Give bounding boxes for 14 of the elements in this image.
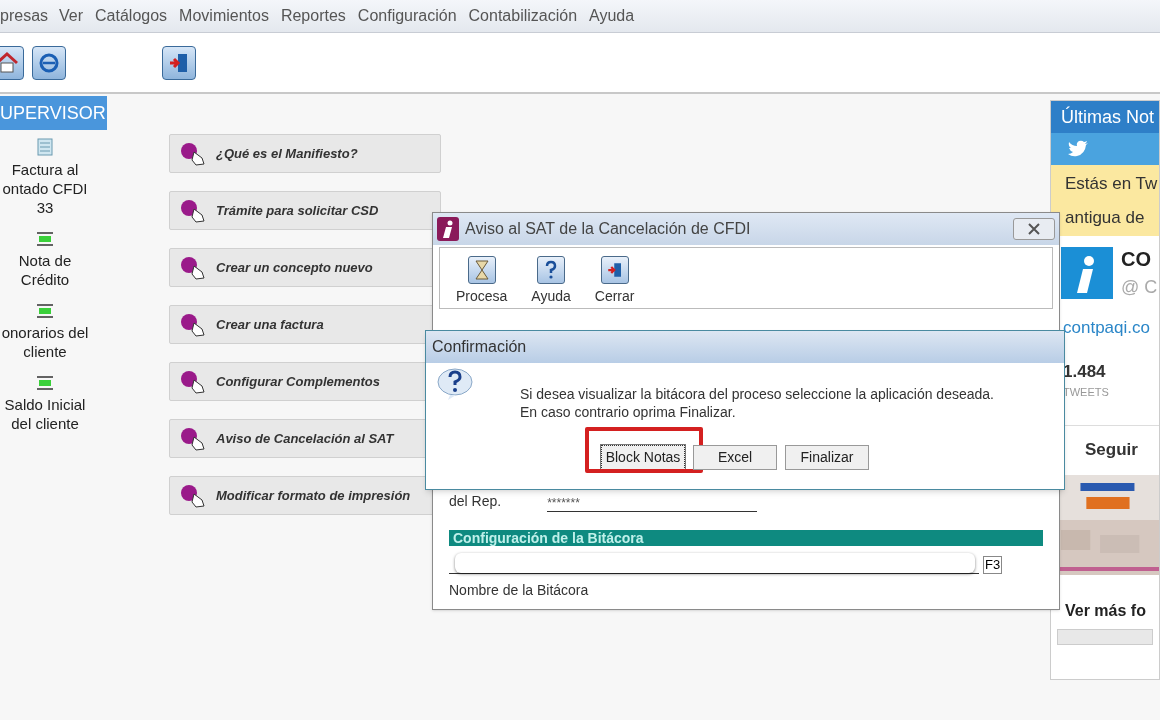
notice-text: antigua de bbox=[1065, 206, 1146, 229]
account-handle: @ C bbox=[1121, 276, 1158, 299]
section-header: Configuración de la Bitácora bbox=[449, 530, 1043, 546]
dialog-message: Si desea visualizar la bitácora del proceso seleccione la aplicación deseada. bbox=[520, 385, 994, 403]
tweet-count-label: TWEETS bbox=[1062, 385, 1110, 400]
notice-text: Estás en Tw bbox=[1065, 173, 1159, 195]
sidebar-header: UPERVISOR bbox=[0, 96, 107, 130]
tweet-count: 1.484 bbox=[1062, 360, 1107, 383]
account-name: CO bbox=[1121, 247, 1152, 272]
log-name-label: Nombre de la Bitácora bbox=[449, 581, 590, 600]
password-label: del Rep. bbox=[449, 492, 502, 511]
window-title: Aviso al SAT de la Cancelación de CFDI bbox=[465, 219, 751, 239]
dialog-message: En caso contrario oprima Finalizar. bbox=[520, 403, 737, 421]
news-header: Últimas Not bbox=[1051, 101, 1159, 133]
